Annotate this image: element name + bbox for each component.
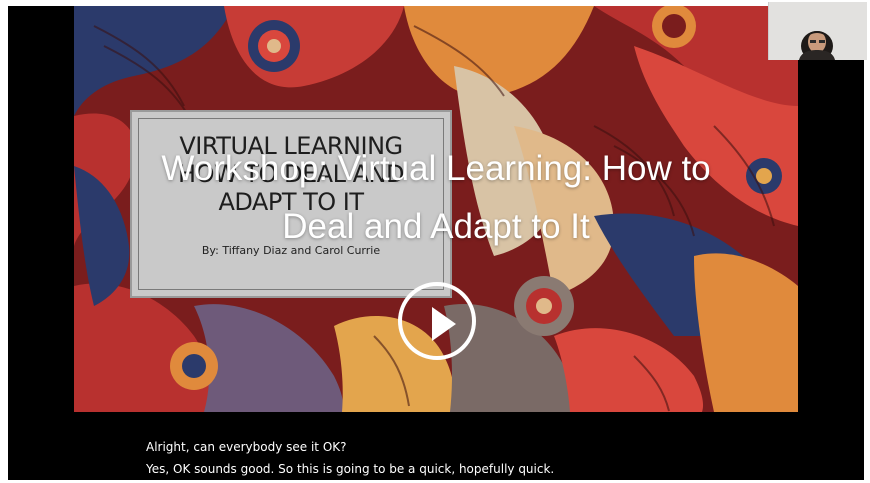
speaker-avatar: [769, 2, 867, 60]
caption-line: Alright, can everybody see it OK?: [146, 440, 347, 454]
speaker-thumbnail[interactable]: [768, 2, 867, 60]
play-icon: [432, 307, 456, 341]
video-title-overlay: Workshop: Virtual Learning: How to Deal …: [161, 149, 711, 246]
captions: Alright, can everybody see it OK? Yes, O…: [146, 436, 554, 480]
caption-line: Yes, OK sounds good. So this is going to…: [146, 462, 555, 476]
video-player: VIRTUAL LEARNING HOW TO DEAL AND ADAPT T…: [0, 0, 870, 483]
play-button[interactable]: [398, 282, 476, 360]
video-frame[interactable]: VIRTUAL LEARNING HOW TO DEAL AND ADAPT T…: [8, 6, 864, 480]
